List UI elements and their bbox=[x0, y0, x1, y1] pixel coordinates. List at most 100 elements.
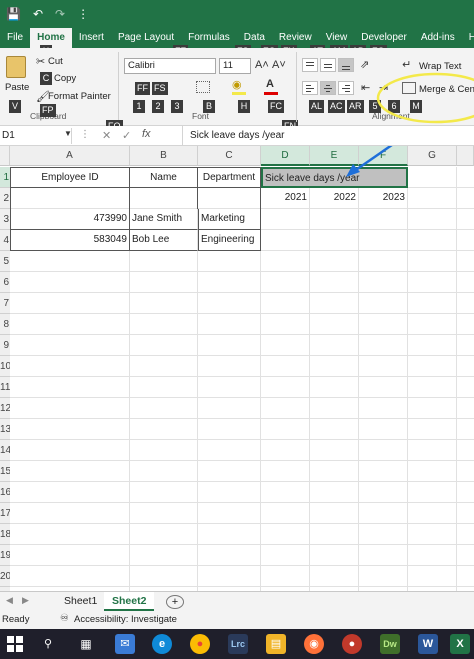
row-header[interactable]: 19 bbox=[0, 545, 10, 566]
borders-icon[interactable] bbox=[196, 81, 210, 93]
font-name-box[interactable]: Calibri bbox=[124, 58, 216, 74]
cancel-icon[interactable]: ✕ bbox=[102, 129, 111, 142]
row-header[interactable]: 3 bbox=[0, 209, 10, 230]
row-header[interactable]: 8 bbox=[0, 314, 10, 335]
cell-c1[interactable]: Department bbox=[198, 167, 261, 188]
font-size-box[interactable]: 11 bbox=[219, 58, 251, 74]
cell-c3[interactable]: Marketing bbox=[198, 209, 261, 230]
select-all-corner[interactable] bbox=[0, 146, 10, 166]
formula-content[interactable]: Sick leave days /year bbox=[190, 130, 285, 141]
row-header[interactable]: 11 bbox=[0, 377, 10, 398]
row-header[interactable]: 1 bbox=[0, 167, 10, 188]
cell-c4[interactable]: Engineering bbox=[198, 230, 261, 251]
add-sheet-button[interactable]: + bbox=[166, 595, 184, 609]
tab-add-ins[interactable]: Add-ins bbox=[414, 28, 462, 48]
fill-color-icon[interactable]: ◉ bbox=[232, 78, 242, 91]
app-icon[interactable]: ● bbox=[342, 634, 362, 654]
cut-button[interactable]: Cut bbox=[48, 56, 63, 67]
cell-a4[interactable]: 583049 bbox=[10, 230, 130, 251]
row-header[interactable]: 16 bbox=[0, 482, 10, 503]
row-header[interactable]: 6 bbox=[0, 272, 10, 293]
align-center-button[interactable] bbox=[320, 81, 336, 95]
tab-formulas[interactable]: Formulas bbox=[181, 28, 237, 48]
row-header[interactable]: 5 bbox=[0, 251, 10, 272]
row-header[interactable]: 18 bbox=[0, 524, 10, 545]
column-header-c[interactable]: C bbox=[198, 146, 261, 166]
windows-start-icon[interactable] bbox=[6, 635, 24, 653]
column-header-a[interactable]: A bbox=[10, 146, 130, 166]
accessibility-icon[interactable]: ♾ bbox=[60, 613, 69, 624]
insert-function-icon[interactable]: fx bbox=[142, 128, 151, 140]
row-header[interactable]: 13 bbox=[0, 419, 10, 440]
cell-e2[interactable]: 2022 bbox=[310, 188, 359, 209]
row-header[interactable]: 12 bbox=[0, 398, 10, 419]
format-painter-button[interactable]: Format Painter bbox=[48, 91, 111, 102]
scroll-right-icon[interactable]: ▶ bbox=[22, 595, 29, 606]
row-header[interactable]: 17 bbox=[0, 503, 10, 524]
task-view-icon[interactable]: ▦ bbox=[76, 634, 96, 654]
chrome-icon[interactable]: ● bbox=[190, 634, 210, 654]
excel-icon[interactable]: X bbox=[450, 634, 470, 654]
name-box[interactable]: D1 bbox=[0, 128, 72, 144]
row-header[interactable]: 7 bbox=[0, 293, 10, 314]
enter-icon[interactable]: ✓ bbox=[122, 129, 131, 142]
chevron-down-icon[interactable]: ▼ bbox=[64, 129, 72, 138]
increase-font-icon[interactable]: A˄ bbox=[255, 59, 269, 71]
cell-b3[interactable]: Jane Smith bbox=[130, 209, 198, 230]
grid-row-line bbox=[10, 439, 474, 440]
search-icon[interactable]: ⚲ bbox=[38, 634, 58, 654]
sheet-tab-sheet1[interactable]: Sheet1 bbox=[56, 592, 105, 611]
align-right-button[interactable] bbox=[338, 81, 354, 95]
row-header[interactable]: 20 bbox=[0, 566, 10, 587]
align-middle-button[interactable] bbox=[320, 58, 336, 72]
column-header-g[interactable]: G bbox=[408, 146, 457, 166]
column-header-next[interactable] bbox=[457, 146, 474, 166]
align-top-button[interactable] bbox=[302, 58, 318, 72]
edge-icon[interactable]: e bbox=[152, 634, 172, 654]
cell-f2[interactable]: 2023 bbox=[359, 188, 408, 209]
lightroom-icon[interactable]: Lrc bbox=[228, 634, 248, 654]
decrease-font-icon[interactable]: A˅ bbox=[272, 59, 286, 71]
cell-d2[interactable]: 2021 bbox=[261, 188, 310, 209]
paste-button[interactable]: Paste bbox=[5, 82, 29, 93]
align-left-button[interactable] bbox=[302, 81, 318, 95]
row-header[interactable]: 14 bbox=[0, 440, 10, 461]
cell-a1[interactable]: Employee ID bbox=[10, 167, 130, 188]
firefox-icon[interactable]: ◉ bbox=[304, 634, 324, 654]
decrease-indent-icon[interactable]: ⇤ bbox=[361, 81, 370, 94]
save-icon[interactable]: 💾 bbox=[6, 7, 21, 21]
sheet-tab-bar: ◀ ▶ Sheet1 Sheet2 + bbox=[0, 591, 474, 611]
word-icon[interactable]: W bbox=[418, 634, 438, 654]
scroll-left-icon[interactable]: ◀ bbox=[6, 595, 13, 606]
column-header-d[interactable]: D bbox=[261, 146, 310, 166]
tab-page-layout[interactable]: Page Layout bbox=[111, 28, 181, 48]
row-header[interactable]: 15 bbox=[0, 461, 10, 482]
tab-help[interactable]: H bbox=[462, 28, 474, 48]
font-color-icon[interactable]: A bbox=[266, 78, 274, 90]
cell-a3[interactable]: 473990 bbox=[10, 209, 130, 230]
quick-access-more-icon[interactable]: ⋮ bbox=[77, 7, 89, 21]
redo-icon[interactable]: ↷ bbox=[55, 7, 65, 21]
row-header[interactable]: 10 bbox=[0, 356, 10, 377]
mail-icon[interactable]: ✉ bbox=[115, 634, 135, 654]
tab-insert[interactable]: Insert bbox=[72, 28, 111, 48]
copy-button[interactable]: Copy bbox=[54, 73, 76, 84]
scissors-icon[interactable]: ✂ bbox=[36, 55, 45, 68]
grid-row-line bbox=[10, 502, 474, 503]
accessibility-status[interactable]: Accessibility: Investigate bbox=[74, 614, 177, 625]
row-header[interactable]: 9 bbox=[0, 335, 10, 356]
file-explorer-icon[interactable]: ▤ bbox=[266, 634, 286, 654]
paste-icon[interactable] bbox=[6, 56, 26, 78]
undo-icon[interactable]: ↶ bbox=[33, 7, 43, 21]
align-bottom-button[interactable] bbox=[338, 58, 354, 72]
row-header[interactable]: 4 bbox=[0, 230, 10, 251]
dreamweaver-icon[interactable]: Dw bbox=[380, 634, 400, 654]
cell-b4[interactable]: Bob Lee bbox=[130, 230, 198, 251]
column-header-b[interactable]: B bbox=[130, 146, 198, 166]
formula-options-icon[interactable]: ⋮ bbox=[80, 129, 90, 140]
tab-file[interactable]: File bbox=[0, 28, 30, 48]
cell-b1[interactable]: Name bbox=[130, 167, 198, 188]
sheet-tab-sheet2[interactable]: Sheet2 bbox=[104, 592, 155, 611]
orientation-icon[interactable]: ⇗ bbox=[360, 58, 369, 71]
row-header[interactable]: 2 bbox=[0, 188, 10, 209]
